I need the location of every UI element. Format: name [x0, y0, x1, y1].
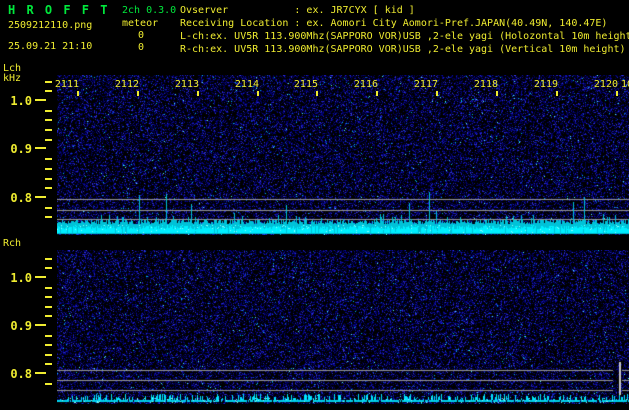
minute-label: 2116 — [353, 79, 378, 90]
minute-label: 2115 — [293, 79, 318, 90]
rch-config-line: R-ch:ex. UV5R 113.900Mhz(SAPPORO VOR)USB… — [180, 44, 626, 55]
lch-config-line: L-ch:ex. UV5R 113.900Mhz(SAPPORO VOR)USB… — [180, 31, 629, 42]
datetime-label: 25.09.21 21:10 — [8, 41, 93, 52]
minute-label: 2119 — [533, 79, 558, 90]
rch-spectrogram-canvas — [57, 250, 629, 404]
minute-label: 2117 — [413, 79, 438, 90]
observer-line: Ovserver : ex. JR7CYX [ kid ] — [180, 5, 415, 16]
lch-spectrogram-canvas — [57, 75, 629, 235]
freq-minor-tick — [45, 216, 52, 218]
freq-tick-label: 0.9 — [10, 142, 32, 156]
minute-label: 2114 — [234, 79, 259, 90]
edge-partial-label: 10 — [621, 79, 629, 90]
freq-minor-tick — [45, 187, 52, 189]
minute-label: 2120 — [593, 79, 618, 90]
minute-tick — [137, 91, 139, 96]
mode-label: meteor — [122, 18, 159, 29]
freq-major-tick — [35, 196, 46, 198]
khz-unit-label: kHz — [3, 73, 22, 84]
rch-meteor-count: 0 — [137, 42, 144, 53]
minute-tick — [376, 91, 378, 96]
freq-minor-tick — [45, 335, 52, 337]
freq-minor-tick — [45, 287, 52, 289]
freq-major-tick — [35, 324, 46, 326]
freq-minor-tick — [45, 296, 52, 298]
version-label: 2ch 0.3.0 — [122, 5, 177, 16]
minute-tick — [77, 91, 79, 96]
minute-tick — [556, 91, 558, 96]
freq-minor-tick — [45, 258, 52, 260]
freq-major-tick — [35, 276, 46, 278]
location-line: Receiving Location : ex. Aomori City Aom… — [180, 18, 608, 29]
minute-tick — [496, 91, 498, 96]
minute-label: 2113 — [174, 79, 199, 90]
hrofft-window: H R O F F T 2ch 0.3.0 2509212110.png met… — [0, 0, 629, 410]
freq-minor-tick — [45, 90, 52, 92]
freq-minor-tick — [45, 168, 52, 170]
minute-tick — [436, 91, 438, 96]
freq-tick-label: 1.0 — [10, 271, 32, 285]
rch-panel-label: Rch — [3, 238, 22, 249]
freq-minor-tick — [45, 129, 52, 131]
freq-tick-label: 0.8 — [10, 367, 32, 381]
freq-minor-tick — [45, 110, 52, 112]
freq-minor-tick — [45, 315, 52, 317]
freq-minor-tick — [45, 139, 52, 141]
freq-minor-tick — [45, 383, 52, 385]
freq-minor-tick — [45, 344, 52, 346]
minute-label: 2118 — [473, 79, 498, 90]
freq-tick-label: 0.9 — [10, 319, 32, 333]
filename-label: 2509212110.png — [8, 20, 93, 31]
freq-major-tick — [35, 372, 46, 374]
minute-label: 2111 — [54, 79, 79, 90]
freq-minor-tick — [45, 178, 52, 180]
minute-tick — [616, 91, 618, 96]
minute-label: 2112 — [114, 79, 139, 90]
freq-minor-tick — [45, 119, 52, 121]
freq-major-tick — [35, 99, 46, 101]
freq-tick-label: 1.0 — [10, 94, 32, 108]
app-title: H R O F F T — [8, 3, 110, 17]
freq-major-tick — [35, 147, 46, 149]
minute-tick — [316, 91, 318, 96]
freq-minor-tick — [45, 354, 52, 356]
freq-minor-tick — [45, 363, 52, 365]
freq-minor-tick — [45, 207, 52, 209]
freq-minor-tick — [45, 81, 52, 83]
minute-tick — [197, 91, 199, 96]
freq-minor-tick — [45, 306, 52, 308]
freq-minor-tick — [45, 158, 52, 160]
minute-tick — [257, 91, 259, 96]
freq-tick-label: 0.8 — [10, 191, 32, 205]
lch-meteor-count: 0 — [137, 30, 144, 41]
freq-minor-tick — [45, 267, 52, 269]
